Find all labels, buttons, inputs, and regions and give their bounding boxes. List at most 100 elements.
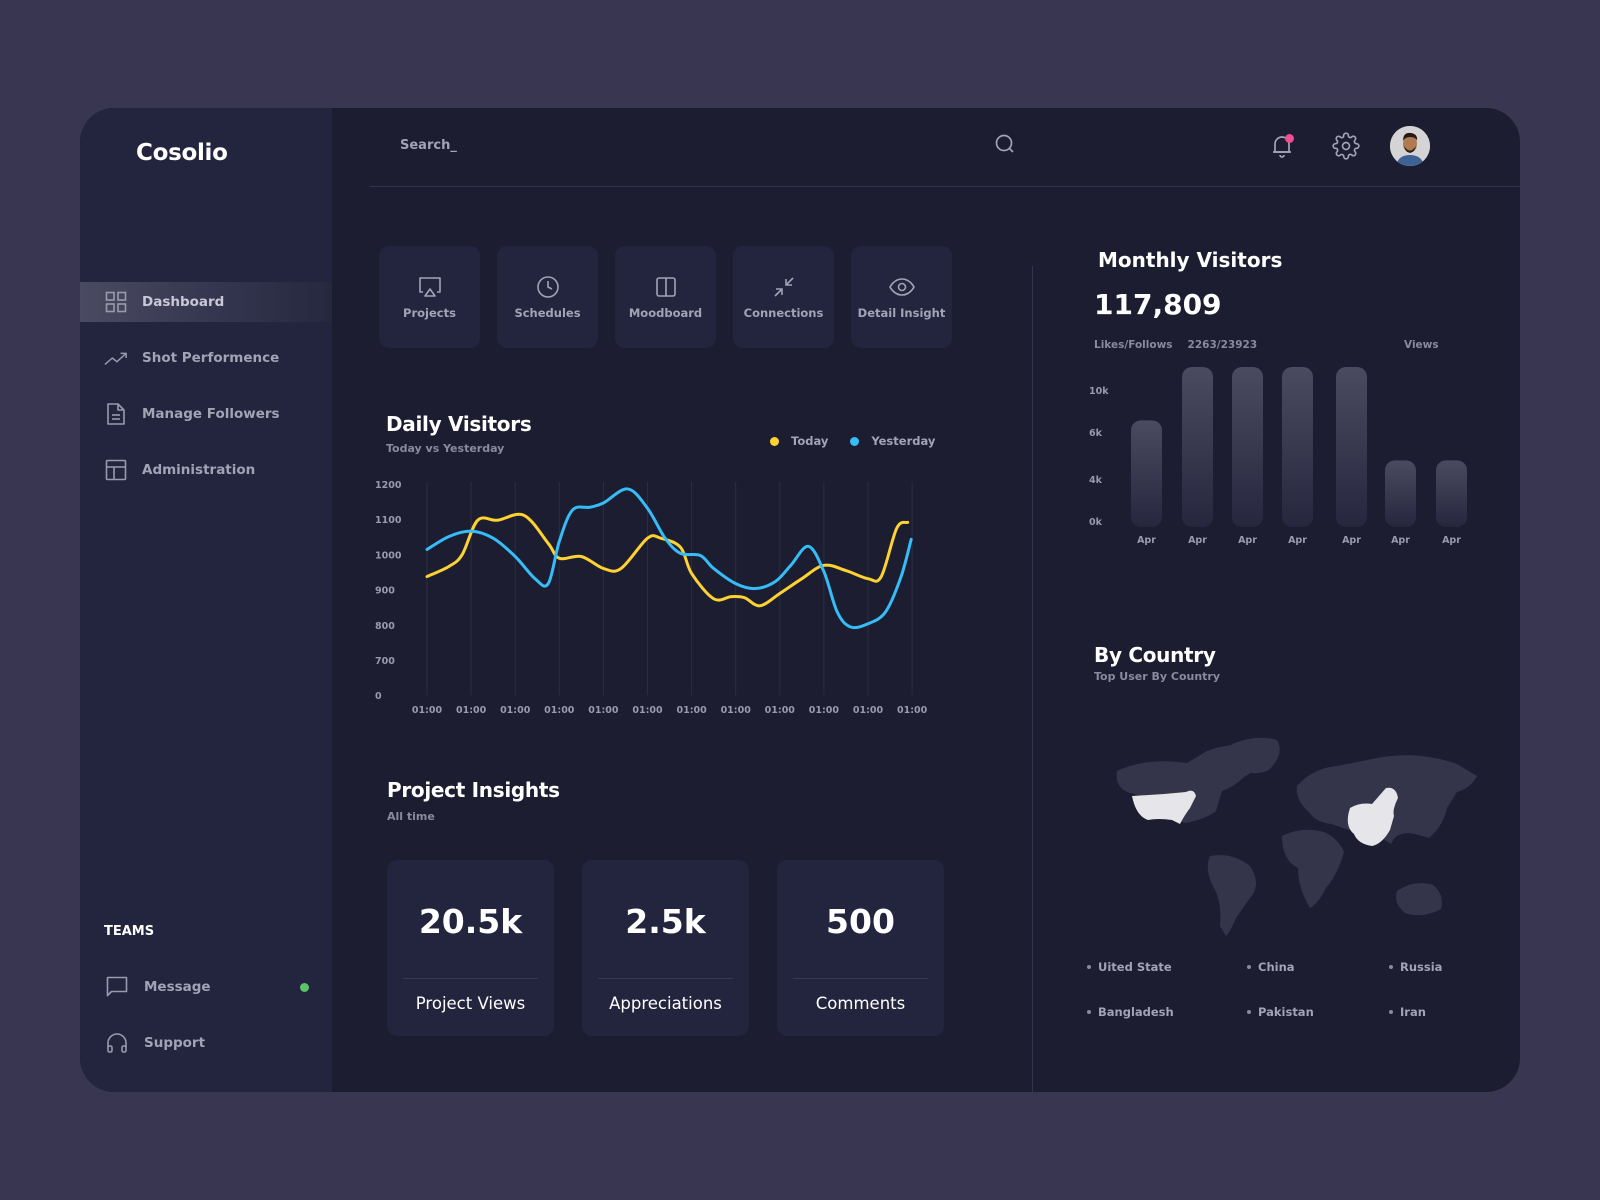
legend-label: Today [791, 434, 829, 448]
topbar [370, 108, 1520, 187]
team-item-label: Support [144, 1035, 206, 1051]
document-icon [104, 402, 128, 426]
x-tick-label: Apr [1288, 535, 1307, 546]
online-status-dot [300, 982, 309, 992]
monthly-visitors-title: Monthly Visitors [1098, 248, 1283, 272]
x-tick-label: Apr [1342, 535, 1361, 546]
x-tick-label: Apr [1442, 535, 1461, 546]
legend-item-today[interactable]: Today [770, 434, 828, 448]
card-divider [793, 978, 928, 979]
brand-logo[interactable]: Cosolio [136, 140, 228, 166]
x-tick-label: 01:00 [500, 705, 531, 716]
sidebar-item-label: Administration [142, 462, 256, 478]
africa [1282, 829, 1344, 908]
sidebar-item-shot-performance[interactable]: Shot Performence [80, 338, 332, 378]
panel-divider [1032, 266, 1033, 1092]
tile-moodboard[interactable]: Moodboard [615, 246, 716, 348]
x-tick-label: Apr [1238, 535, 1257, 546]
search-input[interactable] [400, 138, 960, 153]
user-avatar[interactable] [1390, 126, 1430, 166]
tile-connections[interactable]: Connections [733, 246, 834, 348]
monthly-visitors-total: 117,809 [1094, 288, 1222, 321]
quick-actions: Projects Schedules Moodboard Connections… [379, 246, 952, 348]
sidebar-nav: Dashboard Shot Performence Manage Follow… [80, 282, 332, 506]
tile-projects[interactable]: Projects [379, 246, 480, 348]
settings-gear-icon[interactable] [1332, 132, 1360, 160]
insight-card-appreciations[interactable]: 2.5k Appreciations [582, 860, 749, 1036]
insight-label: Appreciations [609, 994, 722, 1013]
bar[interactable] [1232, 367, 1263, 527]
by-country-title: By Country [1094, 643, 1216, 667]
tile-label: Moodboard [628, 306, 703, 320]
y-tick-label: 800 [375, 621, 395, 632]
sidebar-item-administration[interactable]: Administration [80, 450, 332, 490]
likes-follows-label: Likes/Follows [1094, 339, 1173, 351]
x-tick-label: 01:00 [809, 705, 840, 716]
y-tick-label: 6k [1089, 428, 1103, 439]
insight-value: 20.5k [418, 902, 523, 941]
bar[interactable] [1385, 460, 1416, 527]
x-tick-label: 01:00 [721, 705, 752, 716]
team-item-support[interactable]: Support [104, 1030, 309, 1056]
legend-swatch-yesterday [850, 436, 860, 446]
y-tick-label: 0 [375, 691, 382, 702]
tile-schedules[interactable]: Schedules [497, 246, 598, 348]
by-country-subtitle: Top User By Country [1094, 670, 1221, 683]
card-divider [403, 978, 538, 979]
sidebar-item-manage-followers[interactable]: Manage Followers [80, 394, 332, 434]
y-tick-label: 1200 [375, 480, 402, 491]
x-tick-label: 01:00 [412, 705, 443, 716]
bar[interactable] [1282, 367, 1313, 527]
legend-swatch-today [770, 436, 779, 446]
legend-label: Yesterday [871, 434, 936, 448]
country-item: Pakistan [1247, 1005, 1314, 1019]
search-icon[interactable] [994, 133, 1018, 157]
card-divider [598, 978, 733, 979]
eye-icon [888, 274, 915, 300]
grid-icon [104, 290, 128, 314]
insight-value: 2.5k [625, 902, 706, 941]
world-map [1116, 737, 1477, 936]
legend-item-yesterday[interactable]: Yesterday [850, 434, 935, 448]
y-tick-label: 700 [375, 656, 395, 667]
tile-label: Schedules [514, 306, 581, 320]
tile-label: Detail Insight [857, 306, 946, 320]
series-line-today[interactable] [425, 512, 910, 608]
sidebar-item-dashboard[interactable]: Dashboard [80, 282, 332, 322]
clock-icon [535, 274, 561, 300]
team-item-message[interactable]: Message [104, 974, 309, 1000]
y-tick-label: 1000 [375, 550, 402, 561]
sidebar-item-label: Dashboard [142, 294, 225, 310]
south-america [1207, 855, 1256, 936]
message-icon [104, 974, 130, 1000]
x-tick-label: 01:00 [853, 705, 884, 716]
likes-follows-value: 2263/23923 [1187, 339, 1258, 351]
australia [1396, 883, 1442, 916]
x-tick-label: 01:00 [897, 705, 928, 716]
x-tick-label: 01:00 [588, 705, 619, 716]
series-line-yesterday[interactable] [425, 487, 913, 630]
insight-cards: 20.5k Project Views 2.5k Appreciations 5… [387, 860, 944, 1036]
daily-visitors-title: Daily Visitors [386, 412, 532, 436]
tile-detail-insight[interactable]: Detail Insight [851, 246, 952, 348]
y-tick-label: 1100 [375, 515, 402, 526]
bar[interactable] [1131, 420, 1162, 527]
country-item: Iran [1389, 1005, 1426, 1019]
headphones-icon [104, 1030, 130, 1056]
team-item-label: Message [144, 979, 211, 995]
country-item: Uited State [1087, 960, 1172, 974]
insight-card-comments[interactable]: 500 Comments [777, 860, 944, 1036]
bar[interactable] [1182, 367, 1213, 527]
insight-label: Project Views [415, 994, 526, 1013]
insight-card-project-views[interactable]: 20.5k Project Views [387, 860, 554, 1036]
sidebar: Cosolio Dashboard Shot Performence Manag… [80, 108, 332, 1092]
trending-up-icon [104, 346, 128, 370]
y-tick-label: 10k [1089, 386, 1109, 397]
airplay-icon [417, 274, 443, 300]
bar[interactable] [1336, 367, 1367, 527]
views-label: Views [1404, 339, 1439, 351]
bar[interactable] [1436, 460, 1467, 527]
notification-bell-icon[interactable] [1268, 132, 1296, 160]
y-tick-label: 900 [375, 586, 395, 597]
y-tick-label: 0k [1089, 517, 1103, 528]
